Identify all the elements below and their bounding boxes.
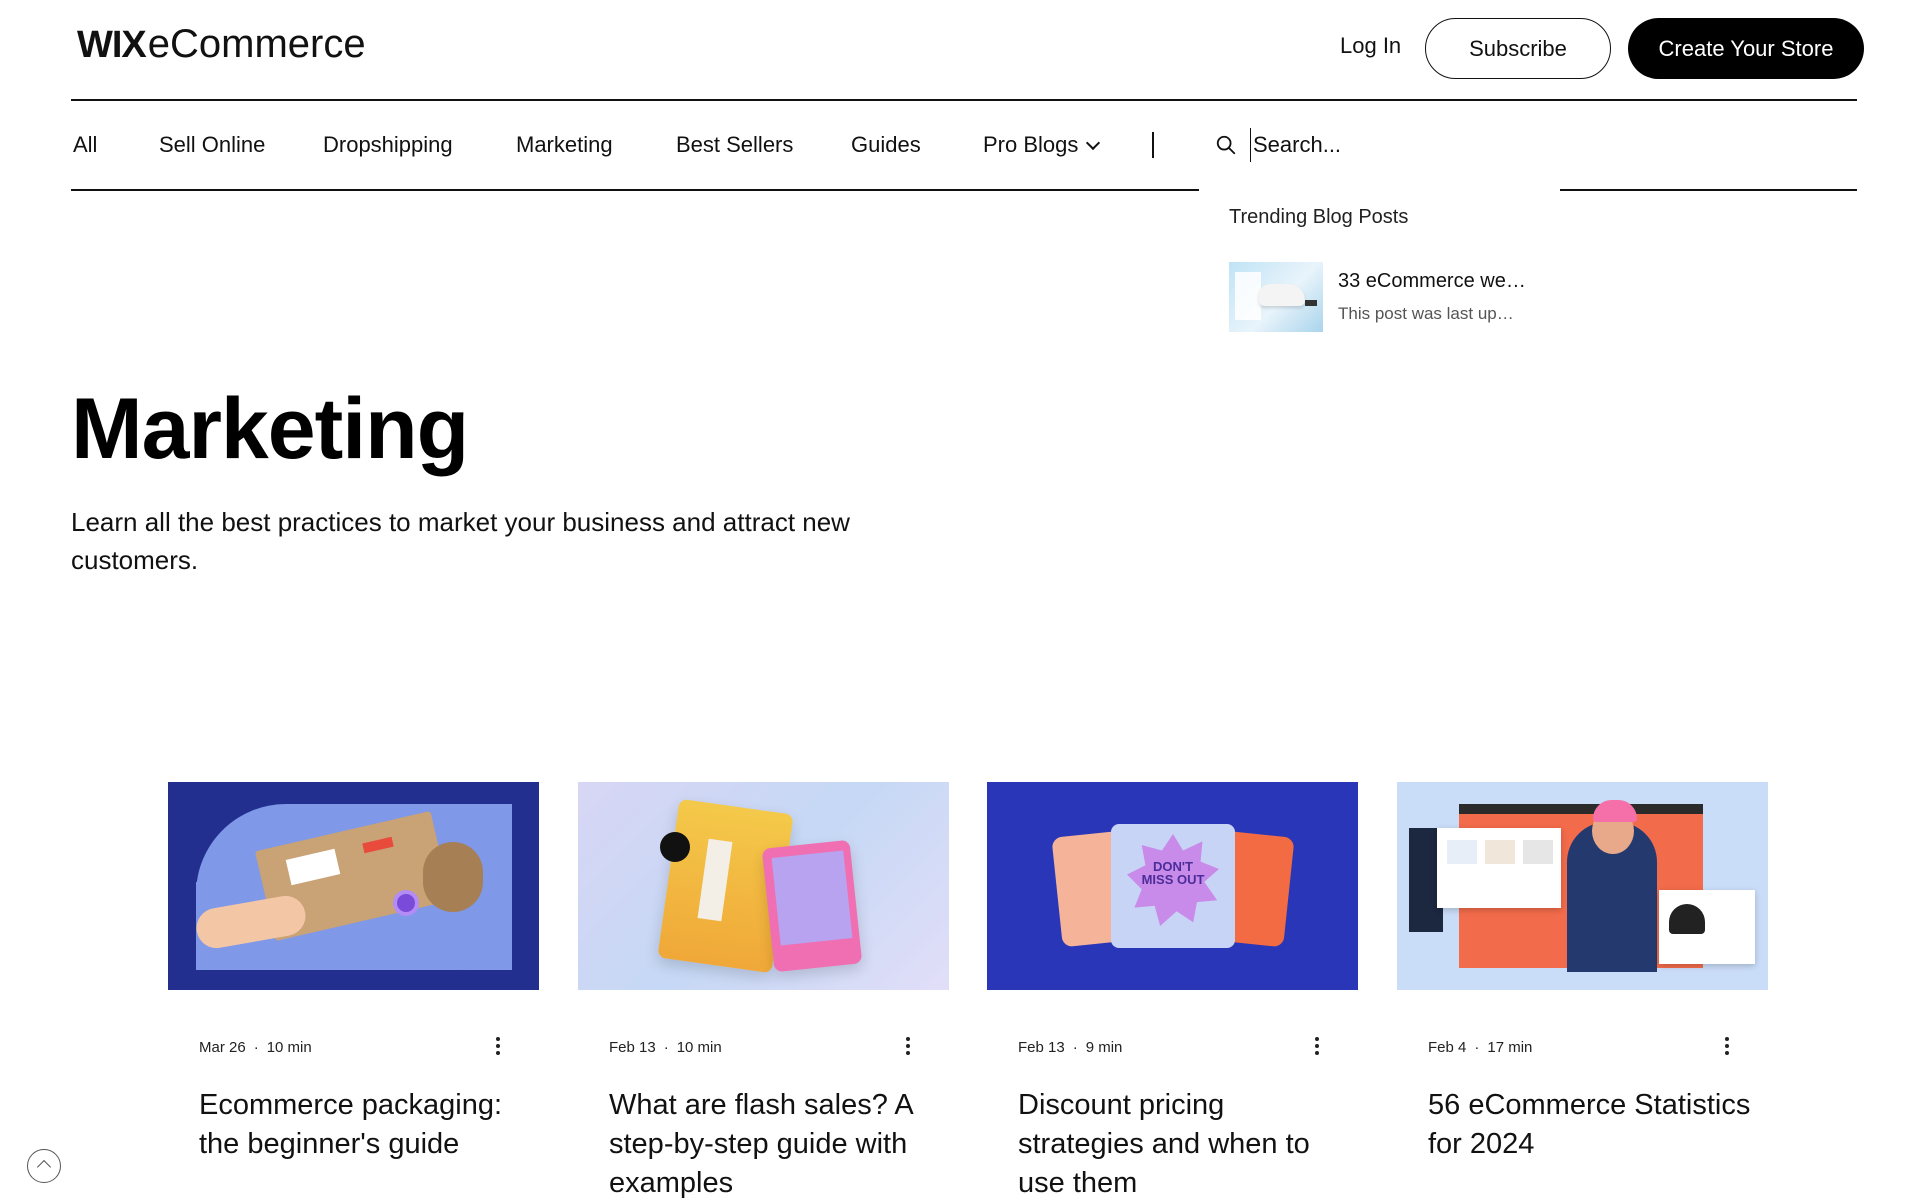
post-card[interactable]: Mar 26 · 10 min Ecommerce packaging: the b… xyxy=(168,782,539,1160)
page-description: Learn all the best practices to market y… xyxy=(71,507,850,575)
back-to-top-button[interactable] xyxy=(27,1149,61,1183)
trending-post-excerpt: This post was last up… xyxy=(1338,304,1514,323)
search-input[interactable] xyxy=(1250,128,1550,162)
nav-item-all[interactable]: All xyxy=(73,132,97,158)
post-cover-image[interactable] xyxy=(1397,782,1768,990)
post-date: Feb 13 xyxy=(1018,1039,1065,1056)
post-title[interactable]: Ecommerce packaging: the beginner's guid… xyxy=(199,1086,529,1164)
more-vertical-icon[interactable] xyxy=(494,1037,502,1059)
post-cover-image[interactable]: DON'T MISS OUT xyxy=(987,782,1358,990)
site-header: WIX eCommerce Log In Subscribe Create Yo… xyxy=(0,0,1920,100)
category-nav: All Sell Online Dropshipping Marketing B… xyxy=(0,120,1920,170)
post-title[interactable]: 56 eCommerce Statistics for 2024 xyxy=(1428,1086,1758,1164)
post-title[interactable]: Discount pricing strategies and when to … xyxy=(1018,1086,1348,1200)
post-date: Mar 26 xyxy=(199,1039,246,1056)
post-read-time: 17 min xyxy=(1487,1039,1533,1056)
wix-ecommerce-logo[interactable]: WIX eCommerce xyxy=(77,22,366,67)
header-divider xyxy=(71,99,1857,101)
chevron-down-icon xyxy=(1086,135,1101,151)
post-cover-image[interactable] xyxy=(168,782,539,990)
post-card[interactable]: DON'T MISS OUT Feb 13 · 9 min Discount pri… xyxy=(987,782,1358,1199)
logo-ecommerce-text: eCommerce xyxy=(147,22,366,66)
logo-wix-text: WIX xyxy=(77,24,147,66)
post-card[interactable]: Feb 4 · 17 min 56 eCommerce Statistics for… xyxy=(1397,782,1768,1160)
trending-post-title: 33 eCommerce we… xyxy=(1338,270,1526,292)
post-meta: Mar 26 · 10 min xyxy=(199,1039,312,1056)
post-cover-image[interactable] xyxy=(578,782,949,990)
post-meta: Feb 13 · 10 min xyxy=(609,1039,722,1056)
chevron-up-icon xyxy=(36,1159,52,1175)
more-vertical-icon[interactable] xyxy=(1313,1037,1321,1059)
nav-divider-right xyxy=(1560,189,1857,191)
trending-post-thumbnail xyxy=(1229,262,1323,332)
more-vertical-icon[interactable] xyxy=(1723,1037,1731,1059)
nav-item-guides[interactable]: Guides xyxy=(851,132,921,158)
nav-item-sell-online[interactable]: Sell Online xyxy=(159,132,265,158)
page-title: Marketing xyxy=(71,381,469,477)
trending-post[interactable]: 33 eCommerce we… This post was last up… xyxy=(1229,262,1559,334)
nav-item-pro-blogs[interactable]: Pro Blogs xyxy=(983,132,1101,158)
login-link[interactable]: Log In xyxy=(1340,33,1401,59)
post-card[interactable]: Feb 13 · 10 min What are flash sales? A st… xyxy=(578,782,949,1199)
post-meta: Feb 4 · 17 min xyxy=(1428,1039,1533,1056)
post-date: Feb 4 xyxy=(1428,1039,1467,1056)
post-read-time: 9 min xyxy=(1085,1039,1123,1056)
post-title[interactable]: What are flash sales? A step-by-step gui… xyxy=(609,1086,939,1200)
post-date: Feb 13 xyxy=(609,1039,656,1056)
search-icon[interactable] xyxy=(1215,134,1237,156)
cover-art-text: DON'T MISS OUT xyxy=(1141,859,1205,887)
nav-item-best-sellers[interactable]: Best Sellers xyxy=(676,132,793,158)
nav-item-dropshipping[interactable]: Dropshipping xyxy=(323,132,453,158)
more-vertical-icon[interactable] xyxy=(904,1037,912,1059)
nav-separator xyxy=(1152,132,1154,158)
post-meta: Feb 13 · 9 min xyxy=(1018,1039,1123,1056)
subscribe-button[interactable]: Subscribe xyxy=(1425,18,1611,79)
nav-divider-left xyxy=(71,189,1199,191)
post-read-time: 10 min xyxy=(266,1039,312,1056)
post-read-time: 10 min xyxy=(676,1039,722,1056)
trending-title: Trending Blog Posts xyxy=(1229,206,1409,228)
create-store-button[interactable]: Create Your Store xyxy=(1628,18,1864,79)
nav-item-pro-blogs-label: Pro Blogs xyxy=(983,132,1079,157)
nav-item-marketing[interactable]: Marketing xyxy=(516,132,613,158)
